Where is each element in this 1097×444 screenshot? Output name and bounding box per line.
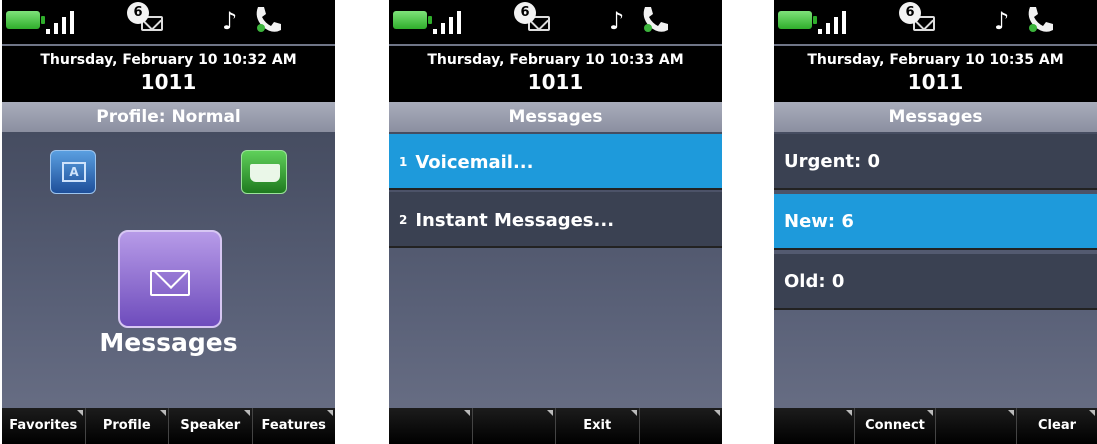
date-time: Thursday, February 10 10:33 AM — [427, 52, 684, 68]
message-indicator: 6 — [514, 2, 558, 38]
battery-icon — [778, 11, 817, 29]
phone-screen-home: 6 ♪ Thursday, February 10 10:32 AM 1011 … — [2, 0, 335, 444]
message-count-badge: 6 — [899, 2, 921, 24]
softkey-favorites[interactable]: Favorites — [2, 408, 86, 444]
softkey-bar: Exit — [389, 408, 722, 444]
page-title: Messages — [389, 102, 722, 132]
line-extension: 1011 — [140, 70, 197, 94]
message-indicator: 6 — [127, 2, 171, 38]
softkey-1[interactable] — [389, 408, 473, 444]
header: Thursday, February 10 10:32 AM 1011 — [2, 46, 335, 102]
message-count-badge: 6 — [127, 2, 149, 24]
line-extension: 1011 — [907, 70, 964, 94]
header: Thursday, February 10 10:35 AM 1011 — [774, 46, 1097, 102]
directory-icon[interactable]: A — [50, 150, 96, 194]
softkey-2[interactable] — [472, 408, 556, 444]
menu-item-label: Voicemail... — [415, 152, 534, 173]
menu-item-voicemail[interactable]: 1 Voicemail... — [389, 134, 722, 190]
softkey-4[interactable] — [639, 408, 722, 444]
book-icon[interactable] — [241, 150, 287, 194]
list-item-new[interactable]: New: 6 — [774, 194, 1097, 250]
line-extension: 1011 — [527, 70, 584, 94]
menu-item-instant-messages[interactable]: 2 Instant Messages... — [389, 192, 722, 248]
menu-item-number: 2 — [399, 213, 408, 227]
music-note-icon: ♪ — [994, 7, 1010, 35]
header: Thursday, February 10 10:33 AM 1011 — [389, 46, 722, 102]
message-count-badge: 6 — [514, 2, 536, 24]
signal-icon — [433, 10, 467, 34]
softkey-profile[interactable]: Profile — [85, 408, 169, 444]
handset-icon — [252, 4, 282, 36]
date-time: Thursday, February 10 10:35 AM — [807, 52, 1064, 68]
battery-icon — [6, 11, 45, 29]
page-title: Messages — [774, 102, 1097, 132]
list-item-old[interactable]: Old: 0 — [774, 254, 1097, 310]
phone-screen-messages-menu: 6 ♪ Thursday, February 10 10:33 AM 1011 … — [389, 0, 722, 444]
softkey-connect[interactable]: Connect — [855, 408, 936, 444]
softkey-exit[interactable]: Exit — [556, 408, 640, 444]
phone-screen-voicemail-summary: 6 ♪ Thursday, February 10 10:35 AM 1011 … — [774, 0, 1097, 444]
signal-icon — [46, 10, 80, 34]
message-indicator: 6 — [899, 2, 943, 38]
softkey-3[interactable] — [936, 408, 1017, 444]
date-time: Thursday, February 10 10:32 AM — [40, 52, 297, 68]
status-bar: 6 ♪ — [389, 0, 722, 44]
softkey-bar: Connect Clear — [774, 408, 1097, 444]
list-item-label: Old: 0 — [784, 271, 845, 292]
softkey-1[interactable] — [774, 408, 855, 444]
handset-icon — [639, 4, 669, 36]
list-item-urgent[interactable]: Urgent: 0 — [774, 134, 1097, 190]
list-item-label: New: 6 — [784, 211, 854, 232]
softkey-features[interactable]: Features — [252, 408, 335, 444]
messages-app-button[interactable] — [118, 230, 222, 328]
page-title: Profile: Normal — [2, 102, 335, 132]
softkey-bar: Favorites Profile Speaker Features — [2, 408, 335, 444]
music-note-icon: ♪ — [609, 7, 625, 35]
signal-icon — [818, 10, 852, 34]
envelope-icon — [150, 270, 190, 296]
softkey-speaker[interactable]: Speaker — [169, 408, 253, 444]
menu-item-number: 1 — [399, 155, 408, 169]
list-item-label: Urgent: 0 — [784, 151, 880, 172]
handset-icon — [1024, 4, 1054, 36]
status-bar: 6 ♪ — [774, 0, 1097, 44]
menu-item-label: Instant Messages... — [415, 210, 615, 231]
softkey-clear[interactable]: Clear — [1017, 408, 1097, 444]
battery-icon — [393, 11, 432, 29]
messages-label: Messages — [99, 328, 238, 357]
music-note-icon: ♪ — [222, 7, 238, 35]
status-bar: 6 ♪ — [2, 0, 335, 44]
